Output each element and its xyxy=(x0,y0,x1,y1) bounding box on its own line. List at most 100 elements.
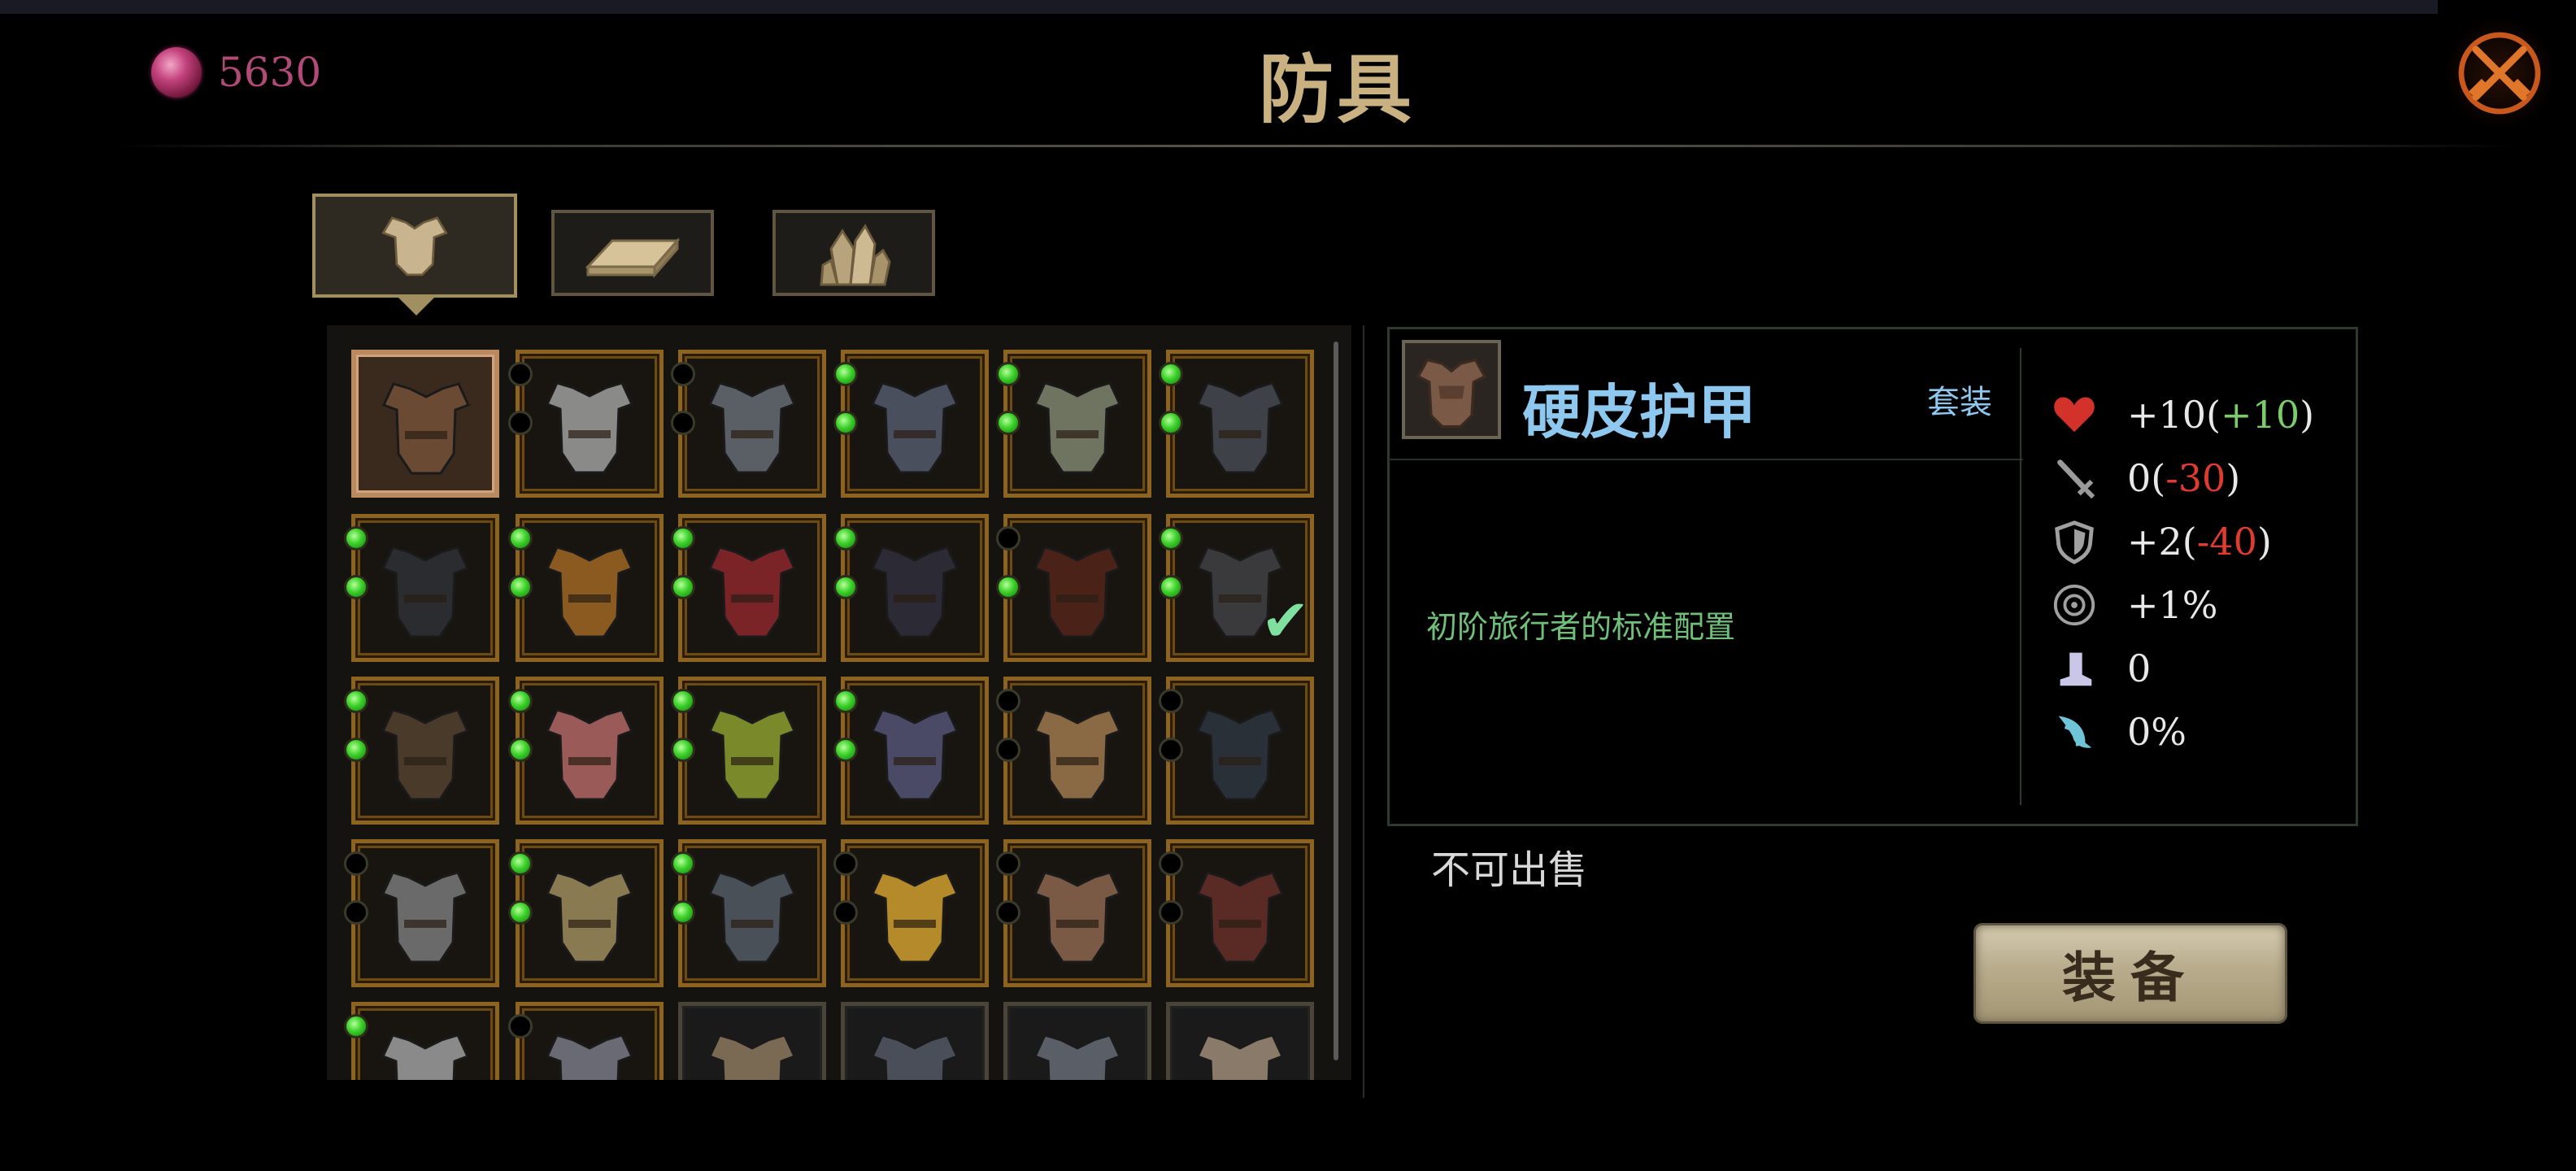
armor-icon xyxy=(1195,871,1285,964)
armor-icon xyxy=(1195,1034,1285,1080)
gem-slot-filled xyxy=(996,362,1020,386)
set-label[interactable]: 套装 xyxy=(1927,376,1992,423)
armor-icon xyxy=(1033,1034,1122,1080)
armor-slot[interactable] xyxy=(1159,350,1314,498)
armor-icon xyxy=(870,708,959,801)
armor-slot[interactable] xyxy=(833,514,989,662)
gem-slot-filled xyxy=(344,526,368,551)
gem-slot-empty xyxy=(1159,738,1183,762)
gem-slot-filled xyxy=(671,575,695,599)
gem-slot-filled xyxy=(833,575,858,599)
gem-slot-filled xyxy=(344,738,368,762)
crystal-icon xyxy=(820,224,891,286)
armor-slot[interactable]: ✔ xyxy=(1159,514,1314,662)
armor-slot[interactable] xyxy=(351,350,499,498)
sword-icon xyxy=(2051,455,2098,502)
gem-slot-filled xyxy=(1159,411,1183,435)
armor-slot[interactable] xyxy=(508,350,664,498)
armor-slot[interactable] xyxy=(678,1002,826,1080)
info-header-divider xyxy=(1389,459,2023,460)
stat-base: +2( xyxy=(2127,520,2197,564)
armor-slot[interactable] xyxy=(671,514,826,662)
armor-icon xyxy=(870,871,959,964)
heart-icon xyxy=(2051,391,2098,438)
armor-slot[interactable] xyxy=(1166,1002,1314,1080)
gem-slot-empty xyxy=(1159,900,1183,925)
armor-slot[interactable] xyxy=(996,350,1151,498)
stat-base: 0( xyxy=(2127,456,2166,500)
gem-slot-empty xyxy=(996,689,1020,713)
armor-slot[interactable] xyxy=(671,677,826,825)
gem-slot-filled xyxy=(1159,575,1183,599)
armor-slot[interactable] xyxy=(1159,677,1314,825)
gem-slot-empty xyxy=(996,526,1020,551)
armor-slot[interactable] xyxy=(344,514,499,662)
armor-grid[interactable]: ✔ xyxy=(327,325,1351,1080)
target-icon xyxy=(2051,581,2098,629)
gem-slot-filled xyxy=(1159,362,1183,386)
close-button[interactable] xyxy=(2443,16,2556,130)
armor-slot[interactable] xyxy=(671,350,826,498)
gem-slot-filled xyxy=(1159,526,1183,551)
armor-icon xyxy=(545,871,634,964)
armor-slot[interactable] xyxy=(508,839,664,987)
armor-slot[interactable] xyxy=(508,1002,664,1080)
armor-slot[interactable] xyxy=(996,839,1151,987)
armor-slot[interactable] xyxy=(833,839,989,987)
armor-slot[interactable] xyxy=(344,1002,499,1080)
grid-scrollbar[interactable] xyxy=(1334,342,1338,1060)
armor-slot[interactable] xyxy=(833,350,989,498)
gem-slot-filled xyxy=(508,900,533,925)
stat-row: +1% xyxy=(2051,581,2218,629)
armor-slot[interactable] xyxy=(508,514,664,662)
leather-armor-icon xyxy=(1416,358,1487,429)
gem-slot-filled xyxy=(344,689,368,713)
armor-icon xyxy=(1033,381,1122,474)
stat-row: 0 xyxy=(2051,644,2151,693)
gem-slot-filled xyxy=(671,738,695,762)
armor-icon xyxy=(545,1034,634,1080)
armor-icon xyxy=(870,546,959,638)
stat-value: +1% xyxy=(2127,583,2218,627)
gold-bar-icon xyxy=(585,237,681,278)
shield-icon xyxy=(2051,518,2098,565)
armor-icon xyxy=(1195,708,1285,801)
stat-base: +10( xyxy=(2127,393,2221,437)
gem-slot-filled xyxy=(508,575,533,599)
tab-crystal[interactable] xyxy=(772,210,935,296)
stat-base: +1% xyxy=(2127,583,2218,627)
stat-delta: +10 xyxy=(2221,393,2300,437)
stat-tail: ) xyxy=(2300,393,2315,437)
armor-slot[interactable] xyxy=(344,677,499,825)
armor-icon xyxy=(545,381,634,474)
armor-icon xyxy=(870,1034,959,1080)
tab-ingot[interactable] xyxy=(551,210,714,296)
header-divider xyxy=(114,145,2513,147)
gem-slot-empty xyxy=(344,900,368,925)
armor-slot[interactable] xyxy=(508,677,664,825)
armor-icon xyxy=(707,1034,797,1080)
item-name: 硬皮护甲 xyxy=(1522,377,1757,446)
gem-slot-empty xyxy=(996,851,1020,876)
equip-button[interactable]: 装备 xyxy=(1976,925,2285,1021)
armor-slot[interactable] xyxy=(1003,1002,1151,1080)
armor-slot[interactable] xyxy=(833,677,989,825)
stat-value: +10(+10) xyxy=(2127,393,2314,437)
armor-slot[interactable] xyxy=(1159,839,1314,987)
stat-row: +10(+10) xyxy=(2051,390,2314,439)
tab-armor[interactable] xyxy=(312,194,517,298)
gem-slot-filled xyxy=(508,738,533,762)
gem-slot-filled xyxy=(996,411,1020,435)
armor-icon xyxy=(381,1034,470,1080)
armor-slot[interactable] xyxy=(671,839,826,987)
gem-slot-empty xyxy=(508,411,533,435)
gem-slot-empty xyxy=(996,900,1020,925)
armor-slot[interactable] xyxy=(996,677,1151,825)
armor-slot[interactable] xyxy=(996,514,1151,662)
gem-slot-filled xyxy=(996,575,1020,599)
stat-tail: ) xyxy=(2226,456,2241,500)
armor-icon xyxy=(707,871,797,964)
armor-slot[interactable] xyxy=(841,1002,989,1080)
armor-slot[interactable] xyxy=(344,839,499,987)
gem-slot-filled xyxy=(833,526,858,551)
